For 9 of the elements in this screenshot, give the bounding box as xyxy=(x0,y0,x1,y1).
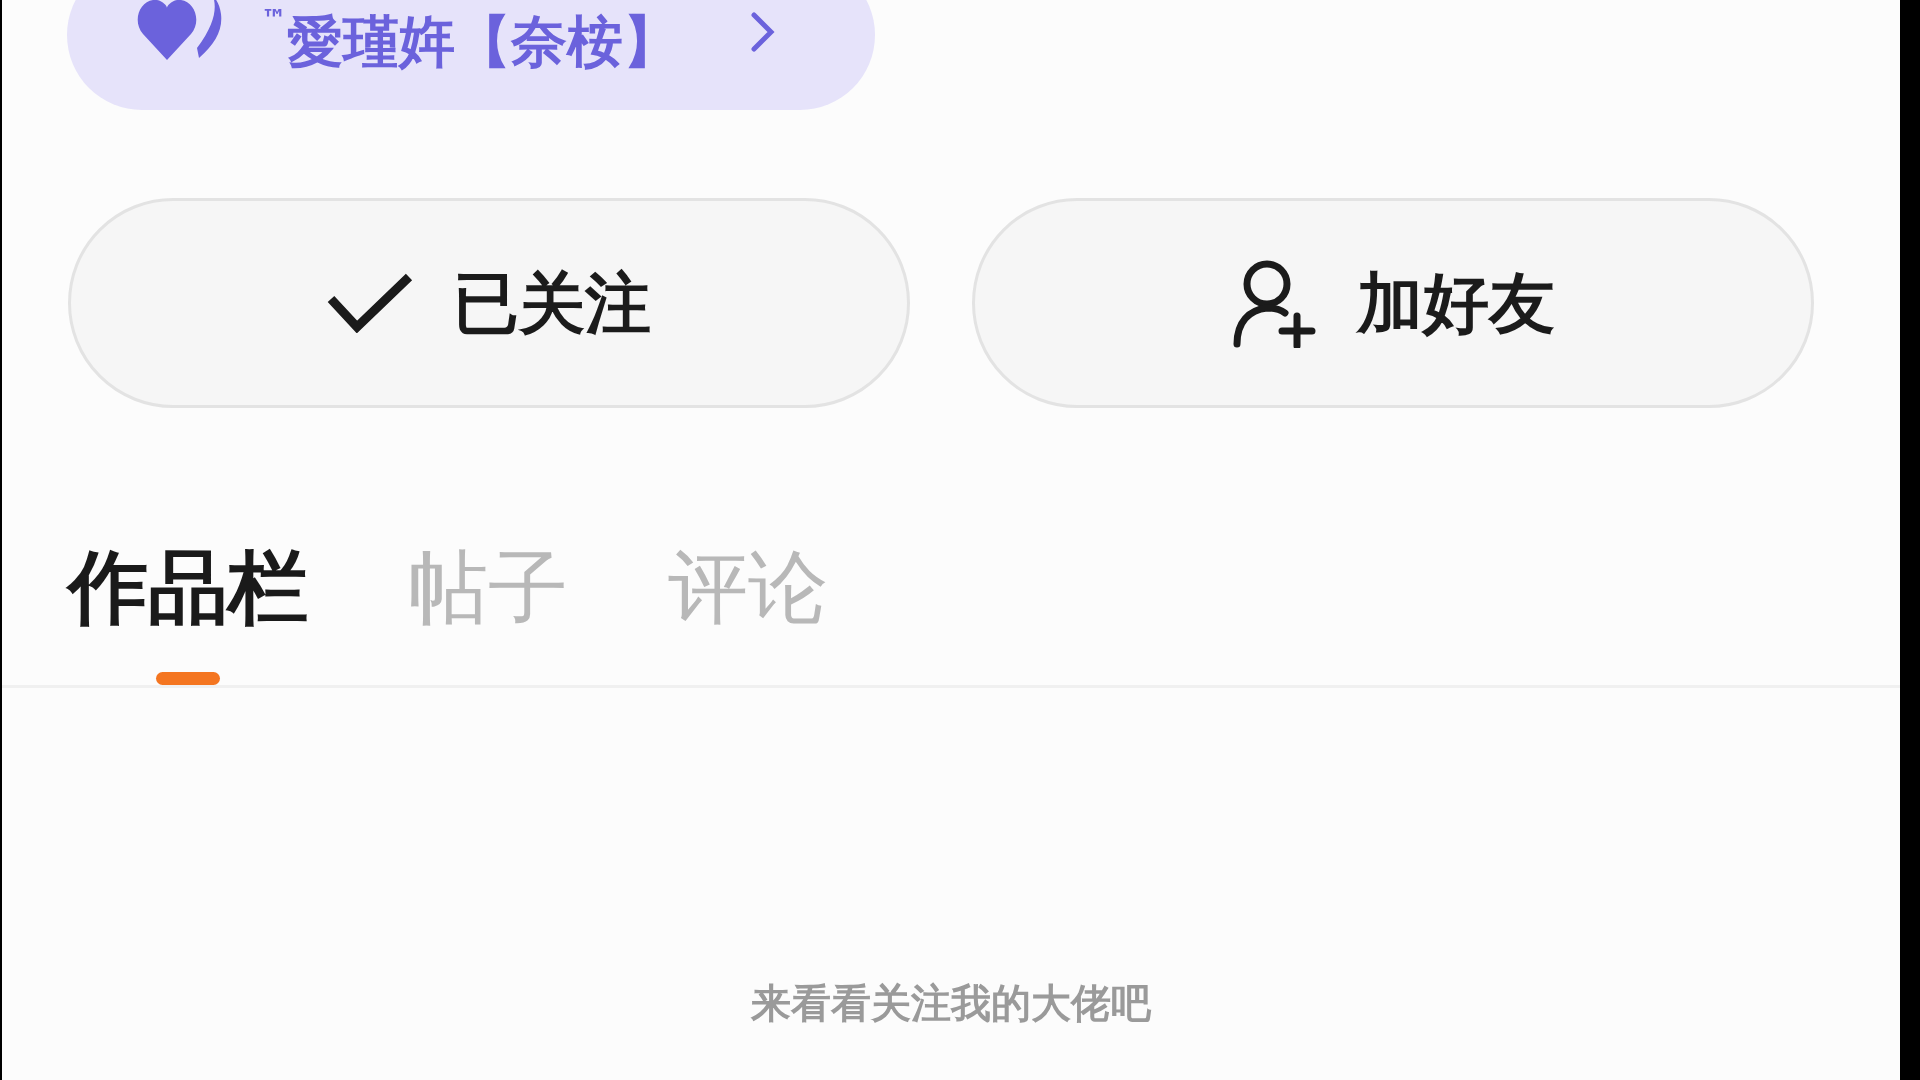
tab[interactable]: 作品栏 xyxy=(68,548,308,685)
profile-badge[interactable]: ™愛瑾姩【奈桉】 xyxy=(67,0,875,110)
badge-text: ™愛瑾姩【奈桉】 xyxy=(261,3,679,76)
subtitle-text: 来看看关注我的大佬吧 xyxy=(750,979,1152,1028)
chevron-right-icon xyxy=(751,12,775,52)
add-friend-button[interactable]: 加好友 xyxy=(972,198,1814,408)
check-icon xyxy=(327,273,413,333)
add-user-icon xyxy=(1231,258,1317,348)
following-button[interactable]: 已关注 xyxy=(68,198,910,408)
